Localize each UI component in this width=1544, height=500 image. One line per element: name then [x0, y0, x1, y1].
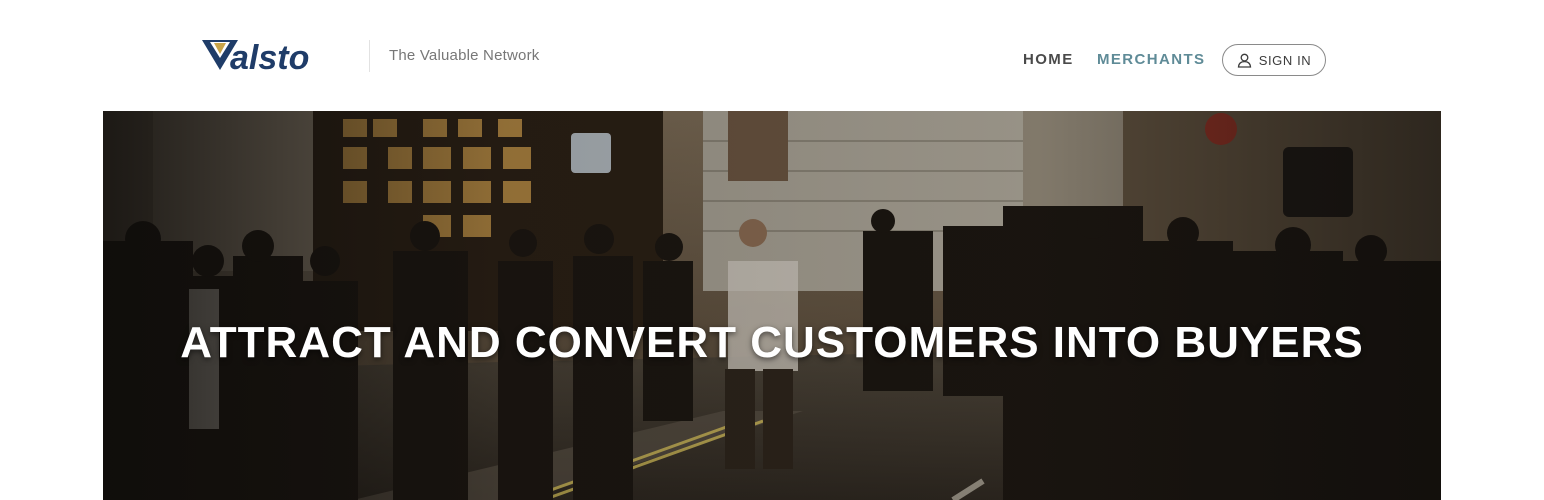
nav-home-link[interactable]: HOME [1023, 51, 1074, 68]
user-icon [1237, 53, 1251, 68]
hero-title: ATTRACT AND CONVERT CUSTOMERS INTO BUYER… [180, 318, 1364, 367]
site-header: alsto The Valuable Network HOME MERCHANT… [0, 0, 1544, 111]
tagline: The Valuable Network [389, 47, 540, 64]
sign-in-button[interactable]: SIGN IN [1222, 44, 1326, 76]
hero-banner [103, 111, 1441, 500]
logo-wordmark: alsto [230, 39, 309, 77]
valsto-logo[interactable]: alsto [200, 36, 350, 78]
header-divider [369, 40, 370, 72]
chevron-logo-icon: alsto [202, 39, 309, 77]
sign-in-label: SIGN IN [1258, 52, 1312, 68]
hero-street-image [103, 111, 1441, 500]
nav-merchants-link[interactable]: MERCHANTS [1097, 51, 1205, 68]
